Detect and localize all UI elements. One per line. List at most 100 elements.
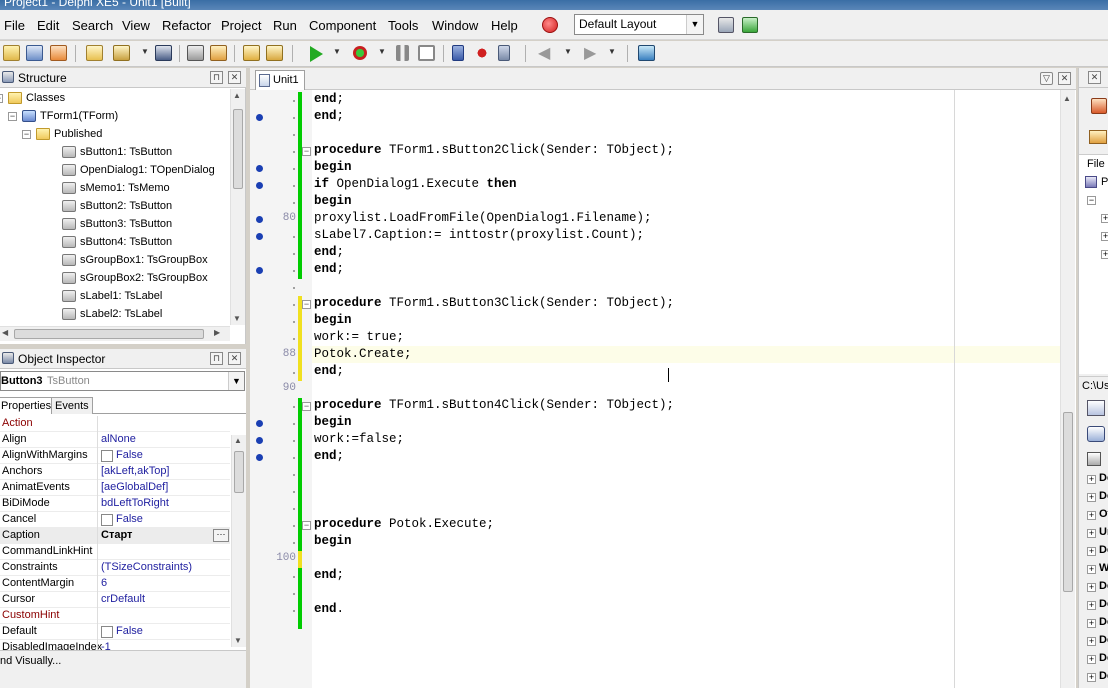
menu-window[interactable]: Window: [432, 18, 478, 33]
add-file-icon[interactable]: [243, 45, 260, 61]
code-area[interactable]: end; end; procedure TForm1.sButton2Click(S…: [312, 90, 1060, 688]
open-icon[interactable]: [26, 45, 43, 61]
property-divider[interactable]: [97, 528, 98, 544]
palette-group-expander[interactable]: +: [1087, 601, 1096, 610]
tab-events[interactable]: Events: [51, 397, 93, 414]
save-icon[interactable]: [155, 45, 172, 61]
code-line[interactable]: begin: [314, 313, 352, 327]
chevron-down-icon[interactable]: ▼: [564, 47, 572, 56]
tree-expander[interactable]: +: [1101, 232, 1108, 241]
close-icon[interactable]: ✕: [228, 71, 241, 84]
layout-select[interactable]: Default Layout ▼: [574, 14, 704, 35]
chevron-down-icon[interactable]: ▼: [141, 47, 149, 56]
inspector-vertical-scrollbar[interactable]: ▲ ▼: [231, 435, 246, 647]
property-row[interactable]: Align alNone: [0, 432, 230, 448]
tool-palette-icon[interactable]: [1087, 400, 1105, 416]
property-row[interactable]: Action: [0, 416, 230, 432]
property-divider[interactable]: [97, 448, 98, 464]
property-row[interactable]: Caption Старт ···: [0, 528, 230, 544]
tree-expander[interactable]: +: [1101, 214, 1108, 223]
scroll-up-icon[interactable]: ▲: [234, 436, 242, 445]
palette-group-label[interactable]: De: [1099, 544, 1108, 556]
tree-expander[interactable]: −: [8, 112, 17, 121]
step-over-icon[interactable]: [475, 45, 489, 61]
property-checkbox[interactable]: [101, 450, 113, 462]
code-line[interactable]: end;: [314, 245, 344, 259]
property-row[interactable]: ContentMargin 6: [0, 576, 230, 592]
palette-group-expander[interactable]: +: [1087, 565, 1096, 574]
pause-icon[interactable]: [396, 45, 409, 61]
code-line[interactable]: work:=false;: [314, 432, 404, 446]
property-row[interactable]: Anchors [akLeft,akTop]: [0, 464, 230, 480]
menu-view[interactable]: View: [122, 18, 150, 33]
property-row[interactable]: BiDiMode bdLeftToRight: [0, 496, 230, 512]
palette-group-expander[interactable]: +: [1087, 637, 1096, 646]
breakpoint-dot-icon[interactable]: [256, 114, 263, 121]
property-row[interactable]: Constraints (TSizeConstraints): [0, 560, 230, 576]
code-line[interactable]: work:= true;: [314, 330, 404, 344]
palette-group-label[interactable]: De: [1099, 670, 1108, 682]
back-icon[interactable]: [1089, 130, 1107, 144]
code-line[interactable]: end;: [314, 449, 344, 463]
close-file-icon[interactable]: [210, 45, 227, 61]
editor-gutter[interactable]: 80 88 90 100 − − − −: [250, 90, 312, 688]
tree-expander[interactable]: −: [1087, 196, 1096, 205]
code-line[interactable]: proxylist.LoadFromFile(OpenDialog1.Filen…: [314, 211, 652, 225]
code-line[interactable]: if OpenDialog1.Execute then: [314, 177, 517, 191]
scroll-up-icon[interactable]: ▲: [233, 91, 241, 100]
property-value[interactable]: (TSizeConstraints): [101, 561, 192, 573]
project-tree[interactable]: P − + + +: [1079, 174, 1108, 374]
fold-toggle-icon[interactable]: −: [302, 300, 311, 309]
ellipsis-button[interactable]: ···: [213, 529, 229, 542]
run-to-cursor-icon[interactable]: [498, 45, 510, 61]
property-value[interactable]: [akLeft,akTop]: [101, 465, 170, 477]
property-divider[interactable]: [97, 416, 98, 432]
code-line[interactable]: procedure Potok.Execute;: [314, 517, 494, 531]
palette-group-expander[interactable]: +: [1087, 619, 1096, 628]
scroll-thumb[interactable]: [1063, 412, 1073, 592]
palette-group-expander[interactable]: +: [1087, 673, 1096, 682]
palette-group-expander[interactable]: +: [1087, 511, 1096, 520]
code-line[interactable]: end;: [314, 262, 344, 276]
chevron-down-icon[interactable]: ▼: [608, 47, 616, 56]
palette-group-label[interactable]: De: [1099, 634, 1108, 646]
palette-group-expander[interactable]: +: [1087, 475, 1096, 484]
file-tab[interactable]: File: [1079, 154, 1108, 174]
property-value[interactable]: False: [116, 513, 143, 525]
inspector-status-text[interactable]: nd Visually...: [0, 655, 61, 667]
menu-run[interactable]: Run: [273, 18, 297, 33]
property-value[interactable]: Старт: [101, 529, 132, 541]
menu-project[interactable]: Project: [221, 18, 261, 33]
open-file-icon[interactable]: [113, 45, 130, 61]
property-value[interactable]: alNone: [101, 433, 136, 445]
save-desktop-icon[interactable]: [718, 17, 734, 33]
tab-unit1[interactable]: Unit1: [255, 70, 305, 90]
project-options-icon[interactable]: [1091, 98, 1107, 114]
property-divider[interactable]: [97, 496, 98, 512]
chevron-down-icon[interactable]: ▼: [378, 47, 386, 56]
menu-refactor[interactable]: Refactor: [162, 18, 211, 33]
property-divider[interactable]: [97, 576, 98, 592]
code-line[interactable]: end;: [314, 364, 344, 378]
palette-group-label[interactable]: De: [1099, 490, 1108, 502]
property-value[interactable]: crDefault: [101, 593, 145, 605]
tab-list-icon[interactable]: ▽: [1040, 72, 1053, 85]
property-divider[interactable]: [97, 480, 98, 496]
breakpoint-dot-icon[interactable]: [256, 182, 263, 189]
menu-search[interactable]: Search: [72, 18, 113, 33]
code-line[interactable]: begin: [314, 415, 352, 429]
code-line[interactable]: begin: [314, 194, 352, 208]
property-divider[interactable]: [97, 624, 98, 640]
code-line[interactable]: procedure TForm1.sButton2Click(Sender: T…: [314, 143, 674, 157]
open-project-icon[interactable]: [50, 45, 67, 61]
save-all-icon[interactable]: [187, 45, 204, 61]
palette-group-expander[interactable]: +: [1087, 529, 1096, 538]
property-divider[interactable]: [97, 544, 98, 560]
property-divider[interactable]: [97, 592, 98, 608]
palette-group-label[interactable]: De: [1099, 580, 1108, 592]
property-divider[interactable]: [97, 608, 98, 624]
menu-tools[interactable]: Tools: [388, 18, 418, 33]
breakpoint-dot-icon[interactable]: [256, 233, 263, 240]
code-line[interactable]: end.: [314, 602, 344, 616]
close-icon[interactable]: ✕: [228, 352, 241, 365]
